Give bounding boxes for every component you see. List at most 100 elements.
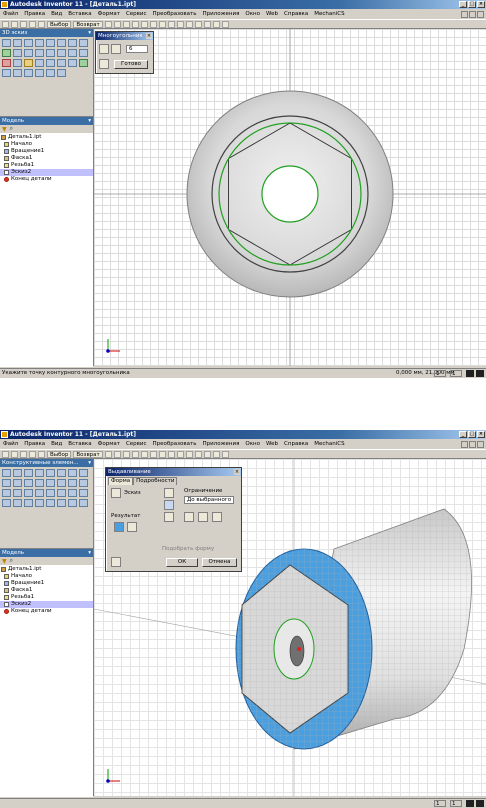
point-tool-icon[interactable] <box>68 39 77 47</box>
close-button[interactable]: × <box>477 1 485 8</box>
tree-item-thread[interactable]: Резьба1 <box>0 594 93 601</box>
menu-file[interactable]: Файл <box>0 11 21 17</box>
menu-view[interactable]: Вид <box>48 11 65 17</box>
zoom-all-icon[interactable] <box>122 20 130 28</box>
plastic-part-icon[interactable] <box>35 499 44 507</box>
return-button[interactable]: Возврат <box>73 20 103 28</box>
extend-tool-icon[interactable] <box>35 49 44 57</box>
menu-window[interactable]: Окно <box>242 441 263 447</box>
fillet-tool-icon[interactable] <box>13 479 22 487</box>
thicken-icon[interactable] <box>46 499 55 507</box>
chevron-down-icon[interactable]: ▾ <box>88 459 91 467</box>
flip-direction-icon[interactable] <box>212 512 222 522</box>
find-icon[interactable]: ⌕ <box>10 125 13 133</box>
chevron-down-icon[interactable]: ▾ <box>88 549 91 557</box>
update-icon[interactable] <box>113 20 121 28</box>
menu-format[interactable]: Формат <box>95 11 123 17</box>
parameters-icon[interactable] <box>2 499 11 507</box>
menu-web[interactable]: Web <box>263 441 281 447</box>
construction-icon[interactable] <box>24 69 33 77</box>
dimension-tool-icon[interactable] <box>24 49 33 57</box>
save-icon[interactable] <box>20 20 27 28</box>
doc-restore-button[interactable] <box>469 10 476 18</box>
undo-icon[interactable] <box>29 20 36 28</box>
chevron-down-icon[interactable]: ▾ <box>88 29 91 37</box>
revolve-tool-icon[interactable] <box>13 469 22 477</box>
display-mode-icon[interactable] <box>176 450 184 458</box>
coil-tool-icon[interactable] <box>79 469 88 477</box>
loft-tool-icon[interactable] <box>57 469 66 477</box>
help-icon[interactable] <box>111 557 121 567</box>
chamfer-tool-icon[interactable] <box>24 479 33 487</box>
extrude-tool-icon[interactable] <box>2 469 11 477</box>
direction-icon[interactable] <box>198 512 208 522</box>
center-point-icon[interactable] <box>46 69 55 77</box>
zoom-window-icon[interactable] <box>131 450 139 458</box>
menu-insert[interactable]: Вставка <box>65 441 94 447</box>
graphics-window[interactable] <box>94 29 486 366</box>
undo-icon[interactable] <box>29 450 36 458</box>
help-icon[interactable] <box>99 59 109 69</box>
sculpt-icon[interactable] <box>79 499 88 507</box>
tree-item-chamfer[interactable]: Фаска1 <box>0 587 93 594</box>
doc-minimize-button[interactable] <box>461 440 468 448</box>
menu-window[interactable]: Окно <box>242 11 263 17</box>
solid-output-icon[interactable] <box>114 522 124 532</box>
menu-mechanics[interactable]: MechaniCS <box>311 441 347 447</box>
display-mode-icon[interactable] <box>176 20 184 28</box>
spline-tool-icon[interactable] <box>13 39 22 47</box>
work-point-icon[interactable] <box>68 489 77 497</box>
camera-icon[interactable] <box>185 450 193 458</box>
menu-applications[interactable]: Приложения <box>199 11 242 17</box>
work-plane-icon[interactable] <box>46 489 55 497</box>
menu-help[interactable]: Справка <box>281 441 311 447</box>
return-button[interactable]: Возврат <box>73 450 103 458</box>
promote-icon[interactable] <box>79 489 88 497</box>
browser-header[interactable]: Модель ▾ <box>0 549 93 557</box>
trim-tool-icon[interactable] <box>46 49 55 57</box>
color-icon[interactable] <box>203 20 211 28</box>
color-icon[interactable] <box>203 450 211 458</box>
select-button[interactable]: Выбор <box>47 20 72 28</box>
menu-view[interactable]: Вид <box>48 441 65 447</box>
circumscribed-icon[interactable] <box>111 44 121 54</box>
replace-face-icon[interactable] <box>57 499 66 507</box>
grid-icon[interactable] <box>212 450 220 458</box>
visibility-tool-icon[interactable] <box>79 59 88 67</box>
rotate-icon[interactable] <box>158 20 166 28</box>
menu-file[interactable]: Файл <box>0 441 21 447</box>
join-icon[interactable] <box>164 488 174 498</box>
tree-item-end-of-part[interactable]: Конец детали <box>0 608 93 615</box>
zoom-window-icon[interactable] <box>131 20 139 28</box>
close-icon[interactable]: × <box>146 33 152 39</box>
to-face-select-icon[interactable] <box>184 512 194 522</box>
help-icon[interactable] <box>221 450 229 458</box>
move-face-icon[interactable] <box>57 479 66 487</box>
inscribed-icon[interactable] <box>99 44 109 54</box>
insert-image-icon[interactable] <box>46 59 55 67</box>
doc-close-button[interactable] <box>477 10 484 18</box>
update-icon[interactable] <box>113 450 121 458</box>
menu-format[interactable]: Формат <box>95 441 123 447</box>
grid-icon[interactable] <box>212 20 220 28</box>
redo-icon[interactable] <box>38 20 45 28</box>
doc-restore-button[interactable] <box>469 440 476 448</box>
ok-button[interactable]: ОК <box>166 558 198 567</box>
panel-bar-header[interactable]: 3D эскиз ▾ <box>0 29 93 37</box>
look-at-icon[interactable] <box>167 450 175 458</box>
sketch-doctor-icon[interactable] <box>2 69 11 77</box>
rectangular-pattern-icon[interactable] <box>13 489 22 497</box>
sketch-icon[interactable] <box>104 20 112 28</box>
doc-minimize-button[interactable] <box>461 10 468 18</box>
extrude-dialog-titlebar[interactable]: Выдавливание × <box>106 468 241 476</box>
circular-pattern-icon[interactable] <box>24 489 33 497</box>
move-tool-icon[interactable] <box>57 49 66 57</box>
work-axis-icon[interactable] <box>57 489 66 497</box>
menu-tools[interactable]: Сервис <box>123 441 150 447</box>
menu-web[interactable]: Web <box>263 11 281 17</box>
shell-tool-icon[interactable] <box>35 469 44 477</box>
rotate-icon[interactable] <box>158 450 166 458</box>
zoom-all-icon[interactable] <box>122 450 130 458</box>
rectangle-tool-icon[interactable] <box>46 39 55 47</box>
decal-tool-icon[interactable] <box>79 479 88 487</box>
